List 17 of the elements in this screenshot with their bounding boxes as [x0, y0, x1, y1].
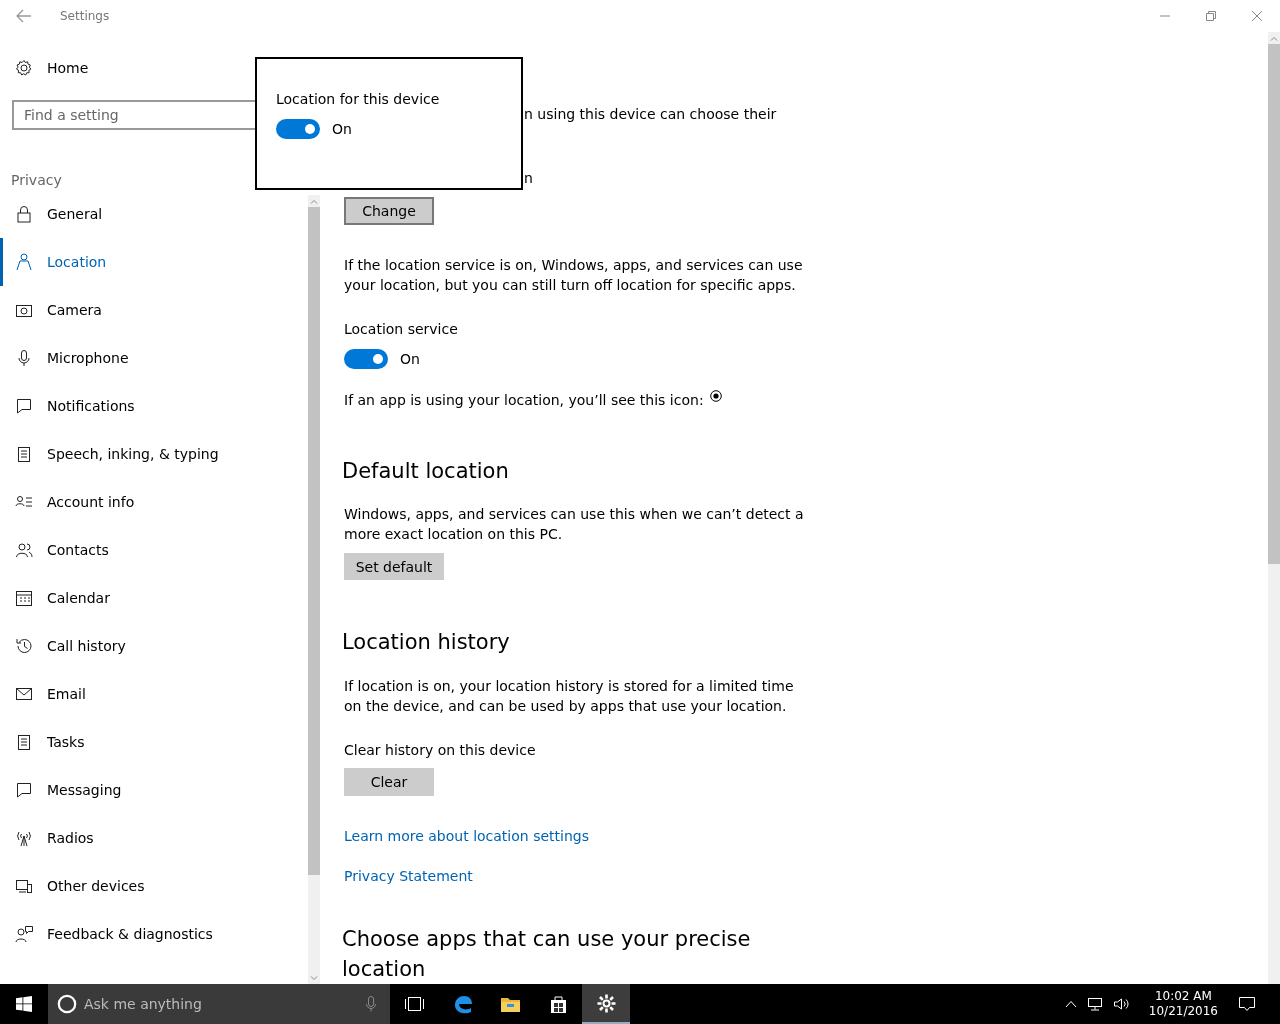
section-heading: Default location — [342, 457, 509, 485]
setting-label: Location service — [344, 319, 458, 339]
description-text: If the location service is on, Windows, apps, and services can use your location, but you can still turn off location for specific apps. — [344, 255, 804, 295]
clock-date: 10/21/2016 — [1148, 1004, 1218, 1019]
description-text: If an app is using your location, you’ll see this icon: — [344, 390, 704, 410]
section-heading: Location history — [342, 629, 510, 657]
description-text: n — [524, 169, 534, 188]
section-heading: Choose apps that can use your precise location — [342, 926, 752, 983]
window-title: Settings — [60, 9, 110, 23]
toggle-state: On — [400, 349, 420, 369]
description-text: Windows, apps, and services can use this when we can’t detect a more exact location on this PC. — [344, 504, 804, 544]
description-text: n using this device can choose their — [524, 105, 777, 124]
setting-label: Clear history on this device — [344, 741, 536, 761]
section-label: Privacy — [11, 171, 63, 190]
clock-time: 10:02 AM — [1154, 989, 1212, 1004]
toggle-state: On — [332, 120, 352, 139]
description-text: If location is on, your location history is stored for a limited time on the device, and can be used by apps that use your location. — [344, 677, 795, 717]
